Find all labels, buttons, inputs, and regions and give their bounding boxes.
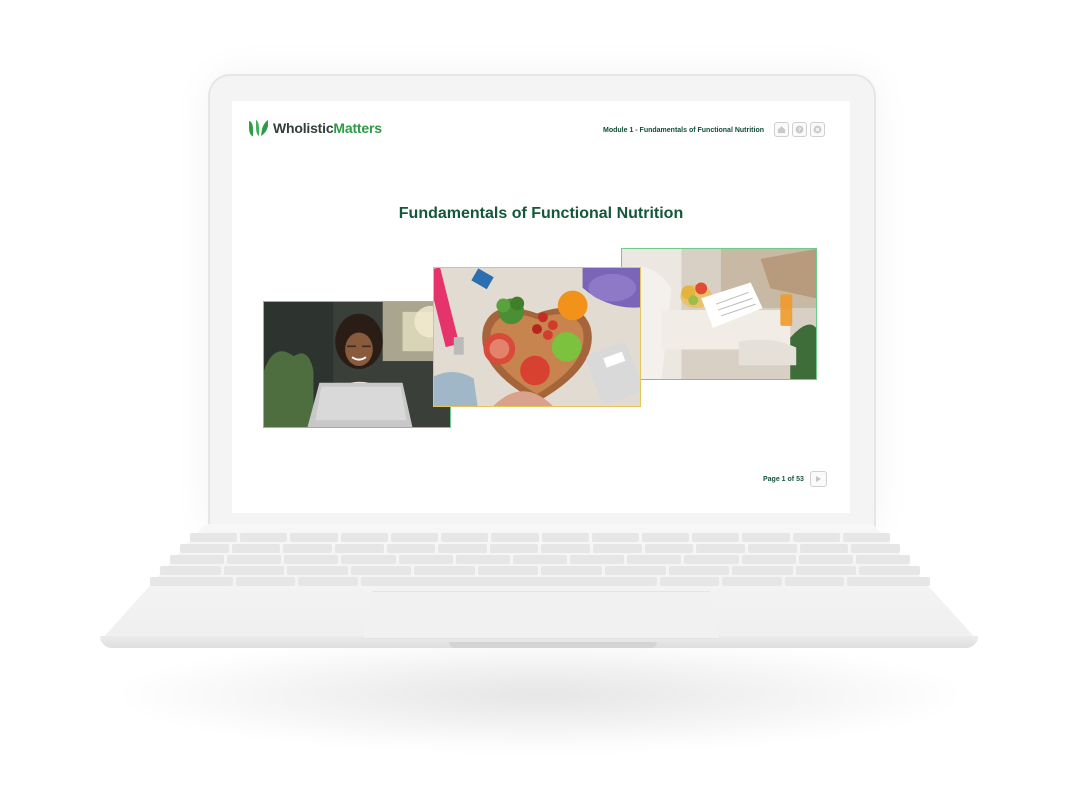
pagination: Page 1 of 53 [763, 471, 827, 487]
home-icon [777, 126, 786, 134]
help-icon: ? [795, 125, 804, 134]
laptop-keyboard [148, 533, 933, 589]
help-button[interactable]: ? [792, 122, 807, 137]
brand-name: WholisticMatters [273, 120, 382, 136]
woman-at-laptop-photo [263, 301, 451, 428]
slide-title: Fundamentals of Functional Nutrition [398, 205, 684, 222]
heart-bowl-fruit-vegetables-photo [433, 267, 641, 407]
course-screen: WholisticMatters Module 1 - Fundamentals… [232, 101, 850, 513]
close-icon [813, 125, 822, 134]
module-title: Module 1 - Fundamentals of Functional Nu… [603, 127, 764, 134]
home-button[interactable] [774, 122, 789, 137]
svg-text:?: ? [798, 128, 801, 134]
page-counter: Page 1 of 53 [763, 475, 804, 483]
nutritionist-consultation-photo [621, 248, 817, 380]
laptop-trackpad [362, 591, 720, 639]
wholistic-matters-logo[interactable]: WholisticMatters [248, 119, 382, 137]
leaf-logo-icon [249, 120, 268, 136]
header-nav-buttons: ? [774, 122, 825, 137]
close-button[interactable] [810, 122, 825, 137]
course-header: WholisticMatters Module 1 - Fundamentals… [232, 101, 850, 151]
laptop-shadow [120, 640, 960, 750]
next-page-button[interactable] [809, 471, 827, 487]
play-icon [816, 476, 822, 482]
laptop-notch [449, 642, 657, 648]
